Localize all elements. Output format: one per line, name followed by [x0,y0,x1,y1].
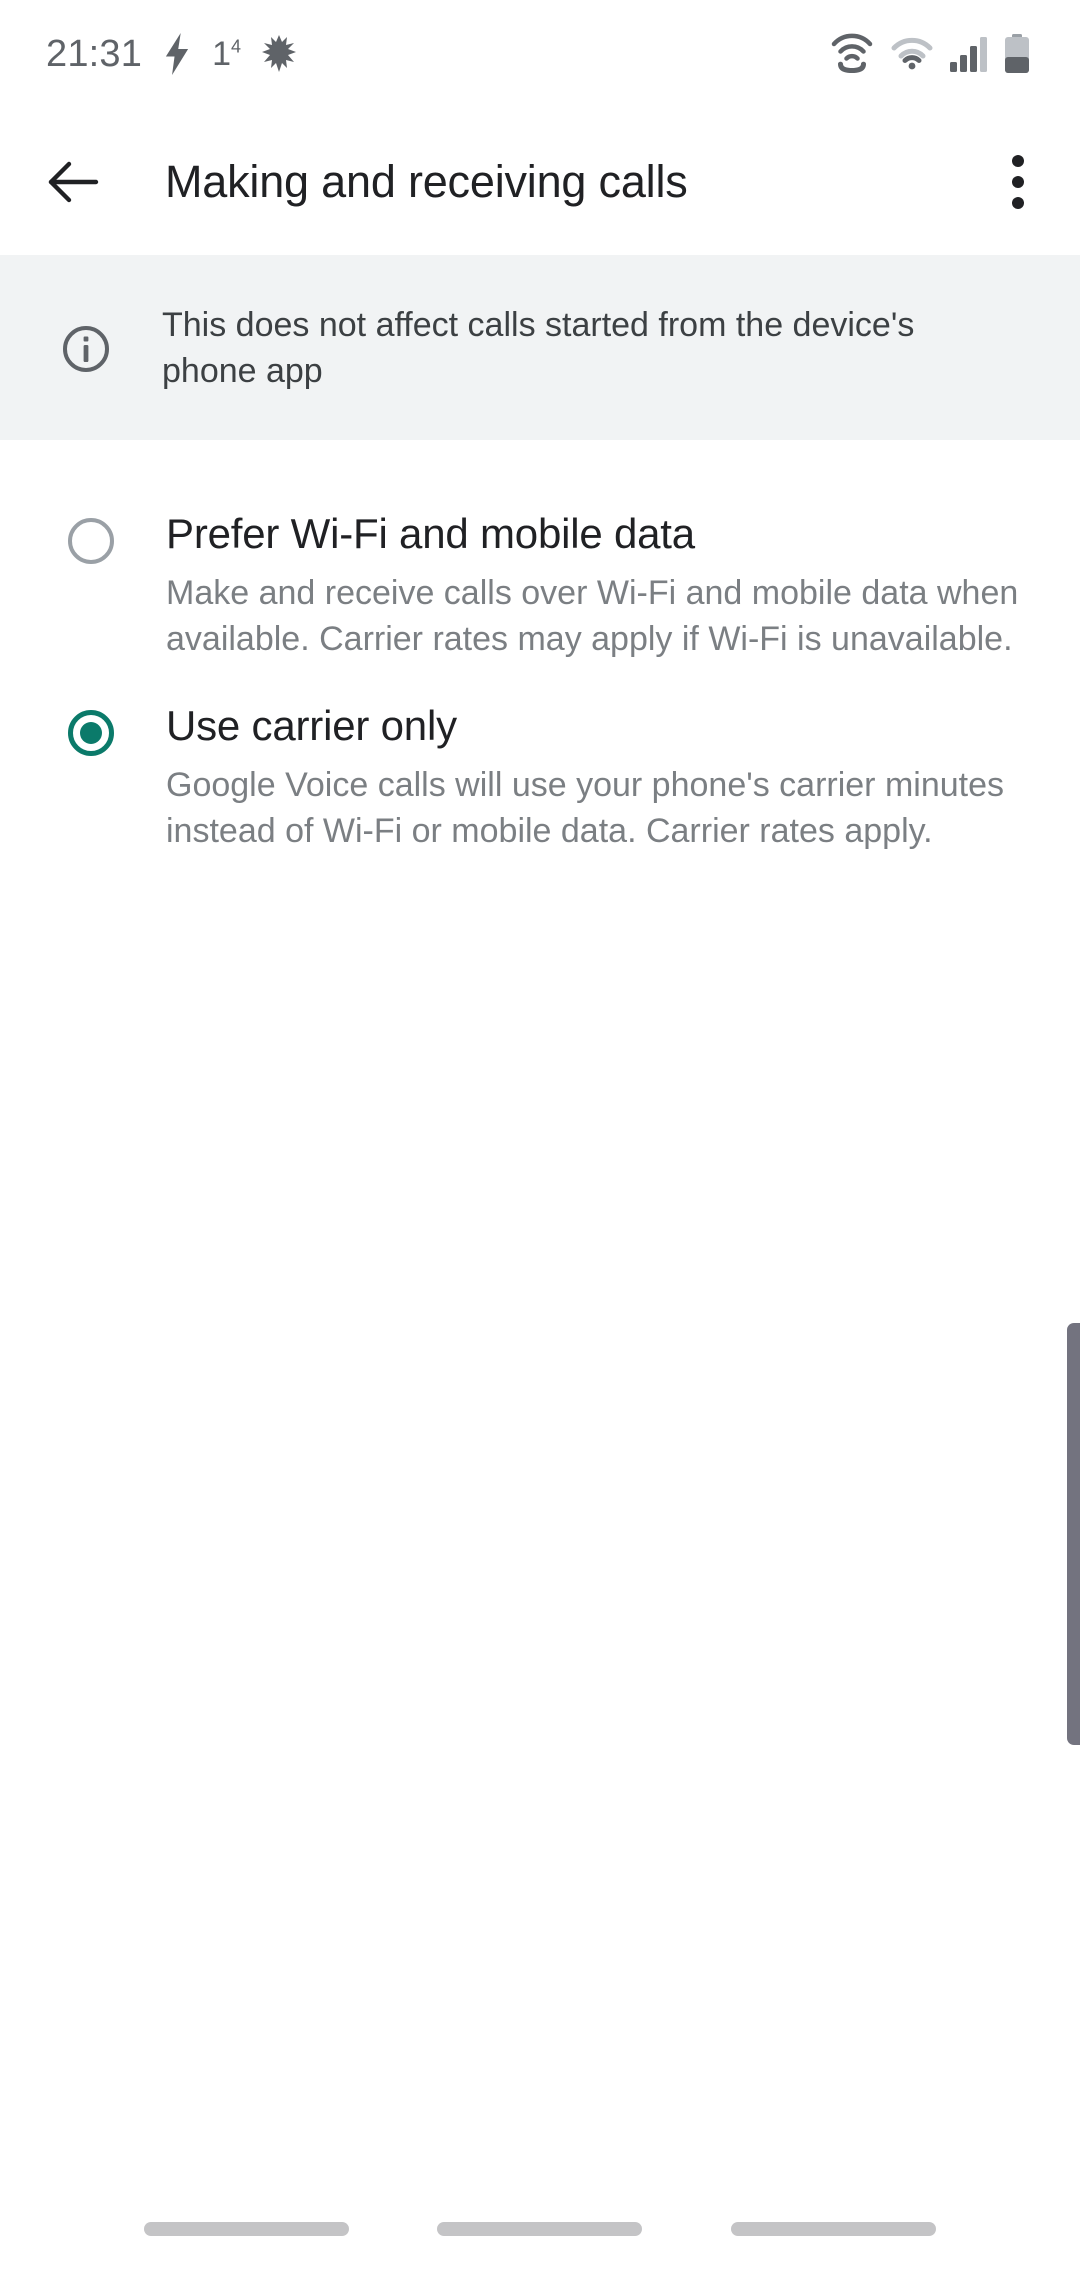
wifi-icon [890,36,934,72]
back-arrow-icon [48,161,99,202]
option-description: Google Voice calls will use your phone's… [166,766,1004,850]
status-bar-right [830,33,1044,75]
app-bar: Making and receiving calls [0,108,1080,255]
status-bar-left: 21:31 14 [46,33,297,76]
radio-button-unselected[interactable] [68,518,114,564]
page-title: Making and receiving calls [165,155,688,207]
info-banner: This does not affect calls started from … [0,255,1080,440]
burst-icon [261,34,297,74]
system-navigation-bar [0,2200,1080,2280]
overflow-dot [1012,175,1024,188]
overflow-dot [1012,196,1024,209]
option-description: Make and receive calls over Wi-Fi and mo… [166,574,1019,658]
option-title: Use carrier only [166,702,457,749]
vertical-scrollbar-thumb[interactable] [1067,1323,1080,1745]
notification-count-superscript: 4 [231,36,242,57]
phone-screen: 21:31 14 Making and receiving calls This… [0,0,1080,2280]
back-button[interactable] [26,134,122,230]
cellular-signal-icon [950,36,988,72]
option-prefer-wifi-and-mobile-data[interactable]: Prefer Wi-Fi and mobile data Make and re… [0,440,1080,662]
status-clock: 21:31 [46,32,143,75]
nav-pill-center[interactable] [437,2222,643,2236]
notification-count-value: 1 [212,35,232,73]
option-title: Prefer Wi-Fi and mobile data [166,510,695,557]
radio-button-selected[interactable] [68,710,114,756]
wifi-calling-icon [830,33,874,75]
call-preference-radio-group: Prefer Wi-Fi and mobile data Make and re… [0,440,1080,854]
battery-icon [1004,34,1030,74]
option-text-block: Use carrier only Google Voice calls will… [166,700,1020,854]
notification-count-icon: 14 [212,37,241,71]
overflow-dot [1012,154,1024,167]
nav-pill-left[interactable] [144,2222,350,2236]
option-use-carrier-only[interactable]: Use carrier only Google Voice calls will… [0,662,1080,854]
option-text-block: Prefer Wi-Fi and mobile data Make and re… [166,508,1020,662]
info-icon [62,325,110,373]
nav-pill-right[interactable] [730,2222,936,2236]
status-bar: 21:31 14 [0,0,1080,108]
info-banner-text: This does not affect calls started from … [162,305,915,390]
lightning-bolt-icon [162,33,192,75]
overflow-menu-button[interactable] [970,134,1066,230]
